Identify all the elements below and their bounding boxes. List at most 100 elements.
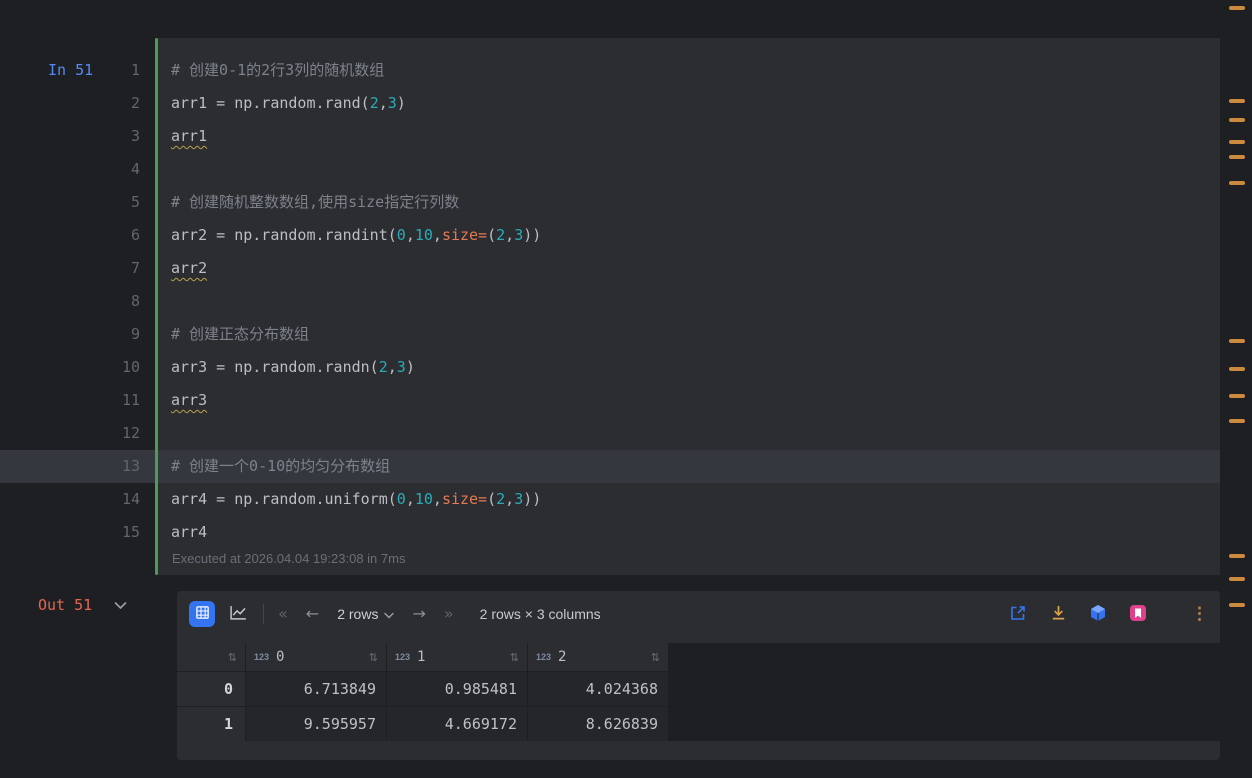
code-line[interactable]: # 创建一个0-10的均匀分布数组 bbox=[171, 450, 541, 483]
open-in-new-button[interactable] bbox=[1007, 603, 1029, 625]
code-line[interactable]: arr2 bbox=[171, 252, 541, 285]
code-token: ) bbox=[405, 358, 415, 376]
cell-menu-button[interactable]: ⋮ bbox=[1191, 604, 1208, 624]
code-line[interactable] bbox=[171, 153, 541, 186]
page-size-select[interactable]: 2 rows bbox=[337, 606, 395, 622]
table-cell[interactable]: 4.024368 bbox=[528, 672, 668, 706]
cell-execution-bar bbox=[155, 38, 158, 575]
line-number[interactable]: 11 bbox=[0, 384, 140, 417]
line-number[interactable]: 12 bbox=[0, 417, 140, 450]
chevron-down-icon bbox=[114, 598, 127, 613]
scrollbar-mark[interactable] bbox=[1229, 99, 1245, 103]
line-number[interactable]: 9 bbox=[0, 318, 140, 351]
index-column-header[interactable]: ⇅ bbox=[177, 643, 245, 671]
code-line[interactable]: arr4 bbox=[171, 516, 541, 549]
numeric-type-icon: 123 bbox=[536, 652, 552, 662]
code-line[interactable]: # 创建0-1的2行3列的随机数组 bbox=[171, 54, 541, 87]
scrollbar-mark[interactable] bbox=[1229, 367, 1245, 371]
sciview-button[interactable] bbox=[1087, 603, 1109, 625]
scrollbar-mark[interactable] bbox=[1229, 554, 1245, 558]
code-line[interactable]: # 创建随机整数数组,使用size指定行列数 bbox=[171, 186, 541, 219]
collapse-output-button[interactable] bbox=[114, 598, 127, 613]
toolbar-divider bbox=[263, 604, 264, 624]
column-name: 2 bbox=[558, 649, 567, 665]
line-number[interactable]: 4 bbox=[0, 153, 140, 186]
first-page-button[interactable]: « bbox=[278, 606, 288, 622]
execution-status: Executed at 2026.04.04 19:23:08 in 7ms bbox=[172, 551, 406, 566]
scrollbar-mark[interactable] bbox=[1229, 419, 1245, 423]
line-number[interactable]: 8 bbox=[0, 285, 140, 318]
row-index[interactable]: 0 bbox=[177, 672, 245, 706]
line-number[interactable]: 10 bbox=[0, 351, 140, 384]
sort-icon: ⇅ bbox=[509, 651, 519, 664]
column-header[interactable]: 123 2 ⇅ bbox=[528, 643, 668, 671]
line-number[interactable]: 13 bbox=[0, 450, 140, 483]
code-token: ( bbox=[487, 226, 497, 244]
sort-icon: ⇅ bbox=[650, 651, 660, 664]
code-line[interactable]: arr4 = np.random.uniform(0,10,size=(2,3)… bbox=[171, 483, 541, 516]
line-number[interactable]: 1 bbox=[0, 54, 140, 87]
gutter-numbers: 1 2 3 4 5 6 7 8 9 10 11 12 13 14 15 bbox=[0, 54, 140, 549]
last-page-button[interactable]: » bbox=[444, 606, 454, 622]
line-number[interactable]: 5 bbox=[0, 186, 140, 219]
code-line[interactable]: arr3 bbox=[171, 384, 541, 417]
line-number[interactable]: 7 bbox=[0, 252, 140, 285]
code-line[interactable]: arr2 = np.random.randint(0,10,size=(2,3)… bbox=[171, 219, 541, 252]
code-token: , bbox=[505, 226, 515, 244]
next-page-button[interactable]: → bbox=[412, 606, 425, 622]
line-chart-icon bbox=[229, 603, 248, 625]
line-number[interactable]: 3 bbox=[0, 120, 140, 153]
column-header[interactable]: 123 1 ⇅ bbox=[387, 643, 527, 671]
scrollbar-mark[interactable] bbox=[1229, 181, 1245, 185]
code-token: arr1 = np.random.rand( bbox=[171, 94, 370, 112]
code-line[interactable]: arr3 = np.random.randn(2,3) bbox=[171, 351, 541, 384]
table-cell[interactable]: 4.669172 bbox=[387, 707, 527, 741]
scrollbar-mark[interactable] bbox=[1229, 577, 1245, 581]
scrollbar-mark[interactable] bbox=[1229, 155, 1245, 159]
table-cell[interactable]: 8.626839 bbox=[528, 707, 668, 741]
table-cell[interactable]: 9.595957 bbox=[246, 707, 386, 741]
scrollbar-mark[interactable] bbox=[1229, 6, 1245, 10]
scrollbar-mark[interactable] bbox=[1229, 394, 1245, 398]
code-token: 3 bbox=[514, 490, 524, 508]
download-icon bbox=[1050, 604, 1067, 624]
code-token: , bbox=[387, 358, 397, 376]
column-header[interactable]: 123 0 ⇅ bbox=[246, 643, 386, 671]
scrollbar-mark[interactable] bbox=[1229, 118, 1245, 122]
table-cell[interactable]: 0.985481 bbox=[387, 672, 527, 706]
scrollbar-mark[interactable] bbox=[1229, 140, 1245, 144]
line-number[interactable]: 6 bbox=[0, 219, 140, 252]
scrollbar-mark[interactable] bbox=[1229, 603, 1245, 607]
table-dimensions: 2 rows × 3 columns bbox=[479, 606, 601, 622]
code-line[interactable] bbox=[171, 417, 541, 450]
code-lines[interactable]: # 创建0-1的2行3列的随机数组 arr1 = np.random.rand(2… bbox=[171, 54, 541, 549]
code-token: 0 bbox=[396, 490, 406, 508]
row-index[interactable]: 1 bbox=[177, 707, 245, 741]
code-line[interactable]: arr1 bbox=[171, 120, 541, 153]
table-icon bbox=[195, 605, 210, 623]
table-view-button[interactable] bbox=[189, 601, 215, 627]
export-download-button[interactable] bbox=[1047, 603, 1069, 625]
code-line[interactable]: # 创建正态分布数组 bbox=[171, 318, 541, 351]
code-token: ( bbox=[487, 490, 497, 508]
chart-view-button[interactable] bbox=[225, 601, 251, 627]
prev-page-button[interactable]: ← bbox=[306, 606, 319, 622]
code-line[interactable]: arr1 = np.random.rand(2,3) bbox=[171, 87, 541, 120]
output-panel: « ← 2 rows → » 2 rows × 3 columns ⋮ ⇅ 12… bbox=[177, 591, 1220, 760]
last-page-icon: » bbox=[443, 604, 454, 623]
numeric-type-icon: 123 bbox=[254, 652, 270, 662]
code-line[interactable] bbox=[171, 285, 541, 318]
chevron-down-icon bbox=[384, 606, 395, 622]
scrollbar-mark[interactable] bbox=[1229, 339, 1245, 343]
column-header-label: 123 1 bbox=[395, 649, 425, 665]
column-name: 1 bbox=[417, 649, 426, 665]
code-token: , bbox=[405, 490, 415, 508]
line-number[interactable]: 2 bbox=[0, 87, 140, 120]
line-number[interactable]: 15 bbox=[0, 516, 140, 549]
visualization-button[interactable] bbox=[1127, 603, 1149, 625]
code-token: # 创建一个0-10的均匀分布数组 bbox=[171, 457, 391, 475]
table-cell[interactable]: 6.713849 bbox=[246, 672, 386, 706]
sort-icon: ⇅ bbox=[227, 651, 237, 664]
code-token: , bbox=[378, 94, 388, 112]
line-number[interactable]: 14 bbox=[0, 483, 140, 516]
